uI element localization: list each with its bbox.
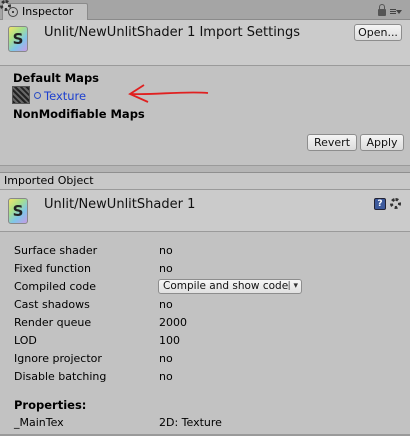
prop-key: Ignore projector <box>14 352 102 365</box>
prop-key: Fixed function <box>14 262 91 275</box>
prop-key: _MainTex <box>14 416 64 429</box>
prop-key: Disable batching <box>14 370 107 383</box>
shader-icon: S <box>8 26 28 52</box>
tab-inspector[interactable]: Inspector <box>2 3 88 21</box>
tab-menu-icon[interactable] <box>390 6 402 16</box>
prop-row: LOD 100 <box>14 332 394 350</box>
compile-code-dropdown[interactable]: Compile and show code | ▾ <box>158 279 302 294</box>
chevron-down-icon: | ▾ <box>287 281 298 291</box>
imported-object-header: S Unlit/NewUnlitShader 1 ? <box>0 190 410 232</box>
prop-row: _MainTex 2D: Texture <box>14 414 394 432</box>
inspector-window: Inspector S Unlit/NewUnlitShader 1 Impor… <box>0 0 410 436</box>
prop-key: Surface shader <box>14 244 98 257</box>
apply-button[interactable]: Apply <box>360 134 404 151</box>
lock-icon[interactable] <box>378 4 386 16</box>
prop-row: Cast shadows no <box>14 296 394 314</box>
gear-icon[interactable] <box>0 0 11 11</box>
splitter[interactable] <box>0 165 410 172</box>
help-icon[interactable]: ? <box>374 198 386 210</box>
dropdown-label: Compile and show code <box>163 280 289 292</box>
prop-value: no <box>159 244 173 257</box>
shader-icon: S <box>8 198 28 224</box>
revert-button[interactable]: Revert <box>307 134 357 151</box>
tab-bar: Inspector <box>0 0 410 21</box>
texture-link[interactable]: Texture <box>44 89 86 103</box>
prop-value: no <box>159 262 173 275</box>
import-settings-header: S Unlit/NewUnlitShader 1 Import Settings <box>0 20 410 66</box>
prop-key: Compiled code <box>14 280 96 293</box>
prop-key: Render queue <box>14 316 92 329</box>
annotation-arrow-icon <box>128 84 209 103</box>
prop-row: Ignore projector no <box>14 350 394 368</box>
texture-thumbnail[interactable] <box>12 86 30 104</box>
prop-value: 2D: Texture <box>159 416 222 429</box>
prop-value: no <box>159 298 173 311</box>
prop-value: no <box>159 352 173 365</box>
object-title: Unlit/NewUnlitShader 1 <box>44 197 196 212</box>
prop-row: Fixed function no <box>14 260 394 278</box>
imported-object-bar: Imported Object <box>0 172 410 190</box>
prop-key: Cast shadows <box>14 298 90 311</box>
prop-key: LOD <box>14 334 37 347</box>
gear-icon[interactable] <box>390 198 401 209</box>
prop-value: 2000 <box>159 316 187 329</box>
page-title: Unlit/NewUnlitShader 1 Import Settings <box>44 25 301 40</box>
prop-row: Render queue 2000 <box>14 314 394 332</box>
tab-label: Inspector <box>22 5 74 18</box>
prop-value: 100 <box>159 334 180 347</box>
prop-value: no <box>159 370 173 383</box>
prop-row: Surface shader no <box>14 242 394 260</box>
open-button[interactable]: Open... <box>354 24 402 41</box>
properties-heading: Properties: <box>14 398 87 412</box>
object-picker-icon[interactable] <box>34 92 41 99</box>
nonmodifiable-maps-label: NonModifiable Maps <box>13 107 145 121</box>
prop-row: Disable batching no <box>14 368 394 386</box>
default-maps-label: Default Maps <box>13 71 100 85</box>
